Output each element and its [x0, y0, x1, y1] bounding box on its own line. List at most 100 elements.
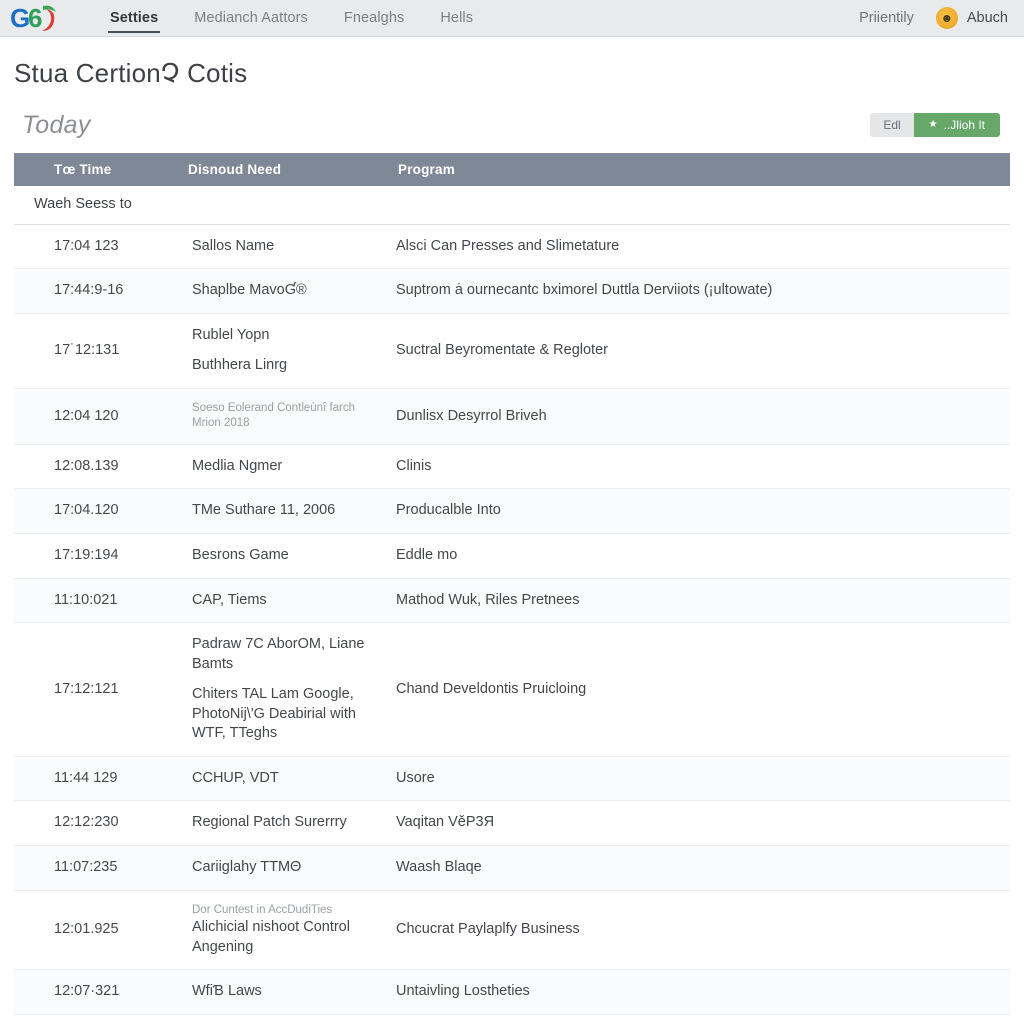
priientily-link[interactable]: Priientily	[859, 10, 914, 26]
cell-time: 12:07·321	[14, 969, 178, 1015]
table-row[interactable]: 17:12:121 Padraw 7C AborOM, Liane Bamts Ch…	[14, 622, 1010, 757]
cell-time: 12:04 120	[14, 388, 178, 445]
cell-time: 11:07:235	[14, 845, 178, 891]
nav-item-label: Fnealghs	[343, 10, 405, 26]
cell-time: 17:04.120	[14, 488, 178, 534]
nav-items: Setties Medianch Aattors Fnealghs Hells	[92, 0, 491, 36]
section-header: Today Edl ★ ..Jlioh It	[0, 89, 1024, 145]
nav-item-hells[interactable]: Hells	[422, 0, 491, 36]
cell-need: Rublel Yopn Buthhera Linrg	[178, 313, 388, 389]
cell-need: Sallos Name	[178, 224, 388, 270]
table-row[interactable]: 17:44:9-16 Shaplbe MavoƓ® Suptrom ȧ ournec…	[14, 268, 1010, 314]
cell-time: 12:04.361	[14, 1014, 178, 1024]
nav-item-fnealghs[interactable]: Fnealghs	[326, 0, 422, 36]
schedule-table-container: Tœ Time Disnoud Need Program Waeh Seess …	[0, 145, 1024, 1024]
cell-program: Producalble Into	[388, 488, 1010, 534]
primary-action-button[interactable]: ★ ..Jlioh It	[913, 113, 1000, 137]
table-row[interactable]: 12:12:230 Regional Patch Surerrry Vaqitan …	[14, 800, 1010, 847]
cell-need: Dor Cuntest in AccDudiTies Alichicial nis…	[178, 890, 388, 971]
table-row[interactable]: 11:07:235 Cariiglahy TTMΘ Waash Blaqe	[14, 845, 1010, 891]
cell-time: 17˙12:131	[14, 313, 178, 389]
cell-program: Suctral Beyromentate & Regloter	[388, 313, 1010, 389]
user-menu[interactable]: ☻ Abuch	[935, 7, 1008, 29]
table-row[interactable]: 12:08.139 Medlia Ngmer Clinis	[14, 444, 1010, 490]
cell-program: Waash Blaqe	[388, 845, 1010, 891]
g6-logo-icon: G 6	[10, 3, 56, 33]
logo[interactable]: G 6	[8, 0, 74, 36]
cell-need-subtext: Dor Cuntest in AccDudiTies	[192, 903, 333, 916]
cell-need: Besrons Game	[178, 533, 388, 579]
table-row[interactable]: 12:01.925 Dor Cuntest in AccDudiTies Alich…	[14, 890, 1010, 971]
cell-program: Eddle mo	[388, 533, 1010, 579]
table-row[interactable]: 17:04 123 Sallos Name Alsci Can Presses an…	[14, 224, 1010, 270]
table-header-row: Tœ Time Disnoud Need Program	[14, 153, 1010, 186]
column-header-time[interactable]: Tœ Time	[14, 153, 178, 186]
user-name-label: Abuch	[966, 10, 1008, 26]
cell-need-line: CAP, Tiems	[192, 591, 267, 608]
cell-time: 11:10:021	[14, 578, 178, 624]
table-subheader-row: Waeh Seess to	[14, 186, 1010, 225]
table-row[interactable]: 12:04 120 Soeso Eolerand Contleùnî farch …	[14, 388, 1010, 445]
cell-program: Alsci Can Presses and Slimetature	[388, 224, 1010, 270]
cell-need-line: Besrons Game	[192, 546, 289, 563]
cell-time: 17:44:9-16	[14, 268, 178, 314]
nav-item-medianch-aattors[interactable]: Medianch Aattors	[176, 0, 326, 36]
cell-time: 12:08.139	[14, 444, 178, 490]
cell-need: Regional Patch Surerrry	[178, 800, 388, 847]
nav-item-label: Hells	[440, 10, 474, 26]
cell-need-line: Buthhera Linrg	[192, 357, 288, 374]
cell-time: 12:12:230	[14, 800, 178, 847]
cell-time: 17:19:194	[14, 533, 178, 579]
table-row[interactable]: 17:19:194 Besrons Game Eddle mo	[14, 533, 1010, 579]
schedule-table: Tœ Time Disnoud Need Program Waeh Seess …	[14, 153, 1010, 1024]
cell-need-line: Shaplbe MavoƓ®	[192, 282, 307, 299]
table-head: Tœ Time Disnoud Need Program	[14, 153, 1010, 186]
cell-need: CAP, Tiems	[178, 578, 388, 624]
cell-time: 12:01.925	[14, 890, 178, 971]
page-title: Stua CertionՉ Cotis	[14, 58, 248, 88]
table-row[interactable]: 11:44 129 CCHUP, VDT Usore	[14, 756, 1010, 802]
star-icon: ★	[928, 119, 938, 130]
cell-need-line: WfiƁ Laws	[192, 983, 262, 1000]
cell-program: Vaqitan VěP3Я	[388, 800, 1010, 847]
cell-need: Padraw 7C AborOM, Liane Bamts Chiters TAL…	[178, 622, 388, 757]
cell-need: CCHUP, VDT	[178, 756, 388, 802]
table-row[interactable]: 12:04.361Malien EspsOuttrona Enpromad dï…	[14, 1014, 1010, 1024]
column-header-need[interactable]: Disnoud Need	[178, 153, 388, 186]
cell-program: Suptrom ȧ ournecantc bximorel Duttla Der…	[388, 268, 1010, 314]
cell-need-line: Alichicial nishoot Control Angening	[192, 919, 350, 955]
cell-time: 17:12:121	[14, 622, 178, 757]
person-avatar-icon: ☻	[935, 7, 958, 29]
cell-need-line: TMe Suthare 11, 2006	[192, 502, 336, 519]
section-title: Today	[22, 110, 91, 139]
cell-need: Malien Esps	[178, 1014, 388, 1024]
cell-need-line: CCHUP, VDT	[192, 769, 279, 786]
cell-program: Untaivling Lostheties	[388, 969, 1010, 1015]
cell-program: Usore	[388, 756, 1010, 802]
nav-item-setties[interactable]: Setties	[92, 0, 176, 36]
nav-item-label: Setties	[110, 10, 159, 26]
cell-need-line: Cariiglahy TTMΘ	[192, 859, 302, 876]
cell-time: 17:04 123	[14, 224, 178, 270]
cell-time: 11:44 129	[14, 756, 178, 802]
cell-need-line: Rublel Yopn	[192, 326, 270, 343]
section-actions: Edl ★ ..Jlioh It	[870, 113, 1000, 137]
edit-button[interactable]: Edl	[870, 113, 914, 137]
cell-program: Mathod Wuk, Riles Pretnees	[388, 578, 1010, 624]
cell-need: Medlia Ngmer	[178, 444, 388, 490]
cell-program: Dunlisx Desyrrol Briveh	[388, 388, 1010, 445]
cell-need-line: Padraw 7C AborOM, Liane Bamts	[192, 636, 365, 672]
table-row[interactable]: 17˙12:131 Rublel Yopn Buthhera Linrg Suctra…	[14, 313, 1010, 389]
table-row[interactable]: 11:10:021 CAP, Tiems Mathod Wuk, Riles Pre…	[14, 578, 1010, 624]
table-body: Waeh Seess to	[14, 186, 1010, 225]
top-navigation-right: Priientily ☻ Abuch	[859, 0, 1024, 36]
cell-need: Soeso Eolerand Contleùnî farch Mrion 201…	[178, 388, 388, 445]
cell-need-line: Sallos Name	[192, 237, 275, 254]
table-row[interactable]: 12:07·321 WfiƁ Laws Untaivling Lostheties	[14, 969, 1010, 1015]
cell-need-line: Regional Patch Surerrry	[192, 814, 347, 831]
cell-program: Chcucrat Paylaplfy Business	[388, 890, 1010, 971]
table-row[interactable]: 17:04.120 TMe Suthare 11, 2006 Producalble…	[14, 488, 1010, 534]
cell-need-subtext: Soeso Eolerand Contleùnî farch Mrion 201…	[192, 401, 356, 430]
column-header-program[interactable]: Program	[388, 153, 1010, 186]
top-navigation-bar: G 6 Setties Medianch Aattors Fnealghs He…	[0, 0, 1024, 37]
